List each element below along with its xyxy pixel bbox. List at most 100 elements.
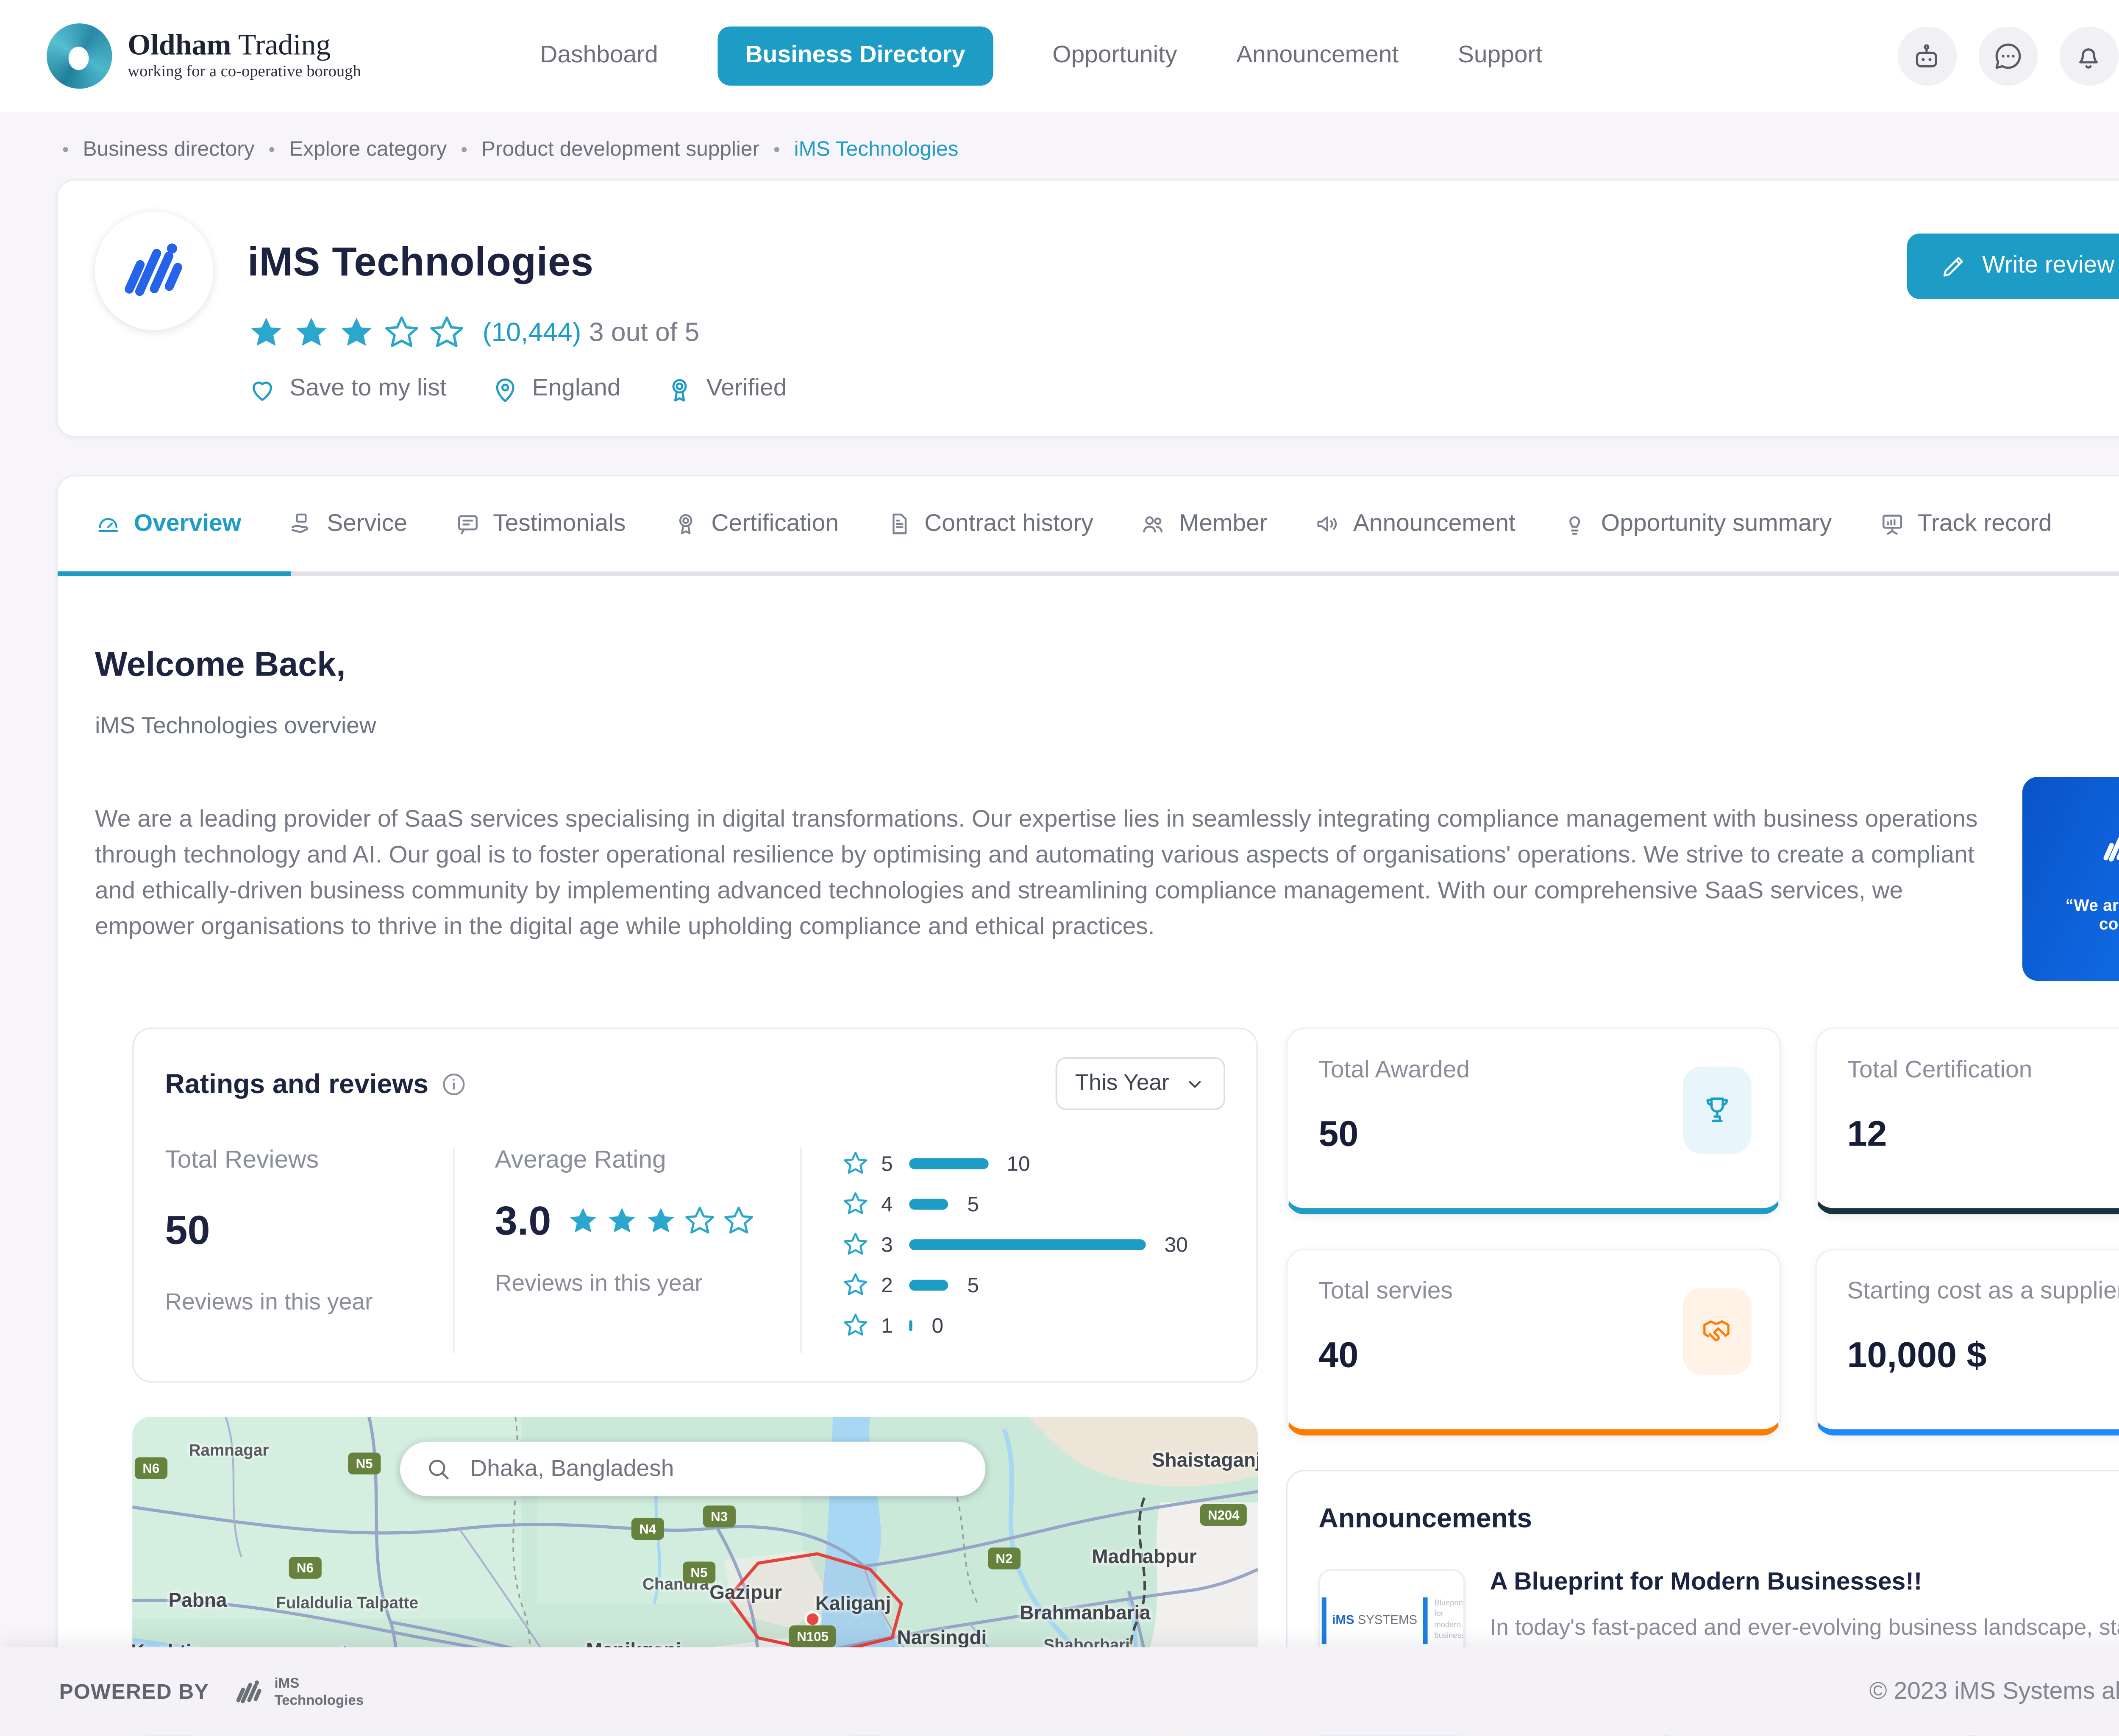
tab-announcement[interactable]: Announcement [1314, 510, 1516, 538]
total-reviews-block: Total Reviews 50 Reviews in this year [165, 1148, 453, 1353]
star-filled-icon [645, 1205, 677, 1238]
top-navigation-bar: Oldham Trading working for a co-operativ… [0, 0, 2119, 112]
breadcrumb-current-page: iMS Technologies [794, 137, 959, 160]
medal-icon [673, 511, 699, 537]
total-reviews-value: 50 [165, 1207, 416, 1255]
nav-support[interactable]: Support [1458, 26, 1542, 86]
star-filled-icon [606, 1205, 638, 1238]
tab-contract-history[interactable]: Contract history [885, 510, 1093, 538]
pencil-icon [1940, 252, 1968, 280]
nav-dashboard[interactable]: Dashboard [540, 26, 658, 86]
rating-distribution: 5 10 4 5 [802, 1148, 1225, 1353]
oldham-trading-logo[interactable]: Oldham Trading working for a co-operativ… [47, 23, 361, 89]
announcement-title[interactable]: A Blueprint for Modern Businesses!! [1490, 1569, 1922, 1597]
tab-bar: Overview Service Testimonials Certificat… [58, 476, 2119, 573]
distribution-row: 5 10 [842, 1151, 1188, 1177]
bullet: • [269, 138, 275, 159]
nav-opportunity[interactable]: Opportunity [1052, 26, 1177, 86]
rating-bar [909, 1159, 988, 1170]
brand-tagline: working for a co-operative borough [128, 64, 361, 81]
company-name: iMS Technologies [247, 239, 787, 287]
tab-overview[interactable]: Overview [95, 510, 241, 538]
stat-value: 12 [1847, 1114, 2119, 1156]
document-icon [885, 511, 912, 537]
average-rating-block: Average Rating 3.0 [454, 1148, 801, 1353]
stat-starting-cost: Starting cost as a supplier 10,000 $ [1814, 1249, 2119, 1436]
bot-icon[interactable] [1897, 26, 1957, 86]
stat-total-certification: Total Certification 12 [1814, 1028, 2119, 1215]
trophy-icon [1682, 1067, 1751, 1154]
info-icon[interactable] [441, 1071, 467, 1097]
company-detail-card: Overview Service Testimonials Certificat… [56, 475, 2119, 1736]
verified-badge: Verified [664, 375, 787, 405]
chevron-down-icon [1185, 1074, 1205, 1094]
rating-bar [909, 1280, 948, 1291]
promo-quote: “We are the change makers in compliance … [2022, 896, 2119, 934]
ims-mark-icon [234, 1676, 265, 1707]
verified-ribbon-icon [664, 375, 694, 405]
company-location-marker [806, 1613, 820, 1627]
distribution-row: 2 5 [842, 1272, 1188, 1299]
rating-bar [909, 1199, 948, 1210]
company-description: We are a leading provider of SaaS servic… [95, 801, 1982, 945]
testimonial-icon [454, 511, 480, 537]
distribution-row: 4 5 [842, 1191, 1188, 1218]
map-search-text: Dhaka, Bangladesh [470, 1456, 674, 1483]
nav-business-directory[interactable]: Business Directory [717, 26, 993, 86]
star-outline-icon [684, 1205, 716, 1238]
tab-service[interactable]: Service [288, 510, 407, 538]
company-header-card: iMS Technologies (10,444) 3 out of 5 Sav… [56, 179, 2119, 437]
company-location: England [490, 375, 620, 405]
average-rating-stars [567, 1205, 755, 1238]
company-rating: (10,444) 3 out of 5 [247, 314, 787, 351]
nav-announcement[interactable]: Announcement [1236, 26, 1399, 86]
map-search-bar[interactable]: Dhaka, Bangladesh [400, 1442, 985, 1497]
tab-testimonials[interactable]: Testimonials [454, 510, 626, 538]
breadcrumb-explore-category[interactable]: Explore category [289, 137, 447, 160]
stat-total-awarded: Total Awarded 50 [1286, 1028, 1780, 1215]
breadcrumb-business-directory[interactable]: Business directory [83, 137, 254, 160]
breadcrumb: •Business directory •Explore category •P… [0, 112, 2119, 179]
company-logo [95, 212, 213, 330]
tab-opportunity-summary[interactable]: Opportunity summary [1562, 510, 1832, 538]
tab-certification[interactable]: Certification [673, 510, 839, 538]
stat-total-services: Total servies 40 [1286, 1249, 1780, 1436]
thumb-brand: iMS SYSTEMS [1332, 1614, 1417, 1628]
copyright-text: © 2023 iMS Systems all rights reserved (… [1869, 1678, 2119, 1705]
ims-mark-icon [2100, 829, 2119, 867]
oldham-swirl-icon [47, 23, 112, 89]
chat-icon[interactable] [1978, 26, 2038, 86]
welcome-title: Welcome Back, [95, 645, 2119, 685]
star-outline-icon [842, 1272, 868, 1299]
rating-count-link[interactable]: (10,444) [483, 317, 581, 348]
announcements-title: Announcements [1318, 1502, 1532, 1535]
write-review-button[interactable]: Write review [1908, 234, 2119, 299]
ratings-reviews-card: Ratings and reviews This Year Total Revi… [132, 1028, 1258, 1383]
year-filter-dropdown[interactable]: This Year [1055, 1057, 1225, 1110]
gauge-icon [95, 511, 121, 537]
rating-text: 3 out of 5 [589, 317, 699, 348]
rating-bar [909, 1240, 1146, 1251]
brand-name: Oldham Trading [128, 29, 331, 61]
average-rating-value: 3.0 [495, 1198, 551, 1246]
star-outline-icon [842, 1313, 868, 1339]
save-to-list-button[interactable]: Save to my list [247, 375, 446, 405]
presentation-icon [1878, 511, 1905, 537]
tab-member[interactable]: Member [1140, 510, 1268, 538]
lightbulb-icon [1562, 511, 1588, 537]
people-icon [1140, 511, 1166, 537]
company-promo-banner: iMSTechnologies “We are the change maker… [2022, 777, 2119, 981]
overview-subtitle: iMS Technologies overview [95, 714, 2119, 740]
breadcrumb-product-development-supplier[interactable]: Product development supplier [481, 137, 759, 160]
tab-track-record[interactable]: Track record [1878, 510, 2052, 538]
bell-icon[interactable] [2059, 26, 2119, 86]
bullet: • [773, 138, 780, 159]
search-icon [425, 1456, 451, 1483]
page-footer: POWERED BY iMSTechnologies © 2023 iMS Sy… [0, 1647, 2119, 1736]
speaker-icon [1314, 511, 1340, 537]
star-filled-icon [293, 314, 330, 351]
star-outline-icon [842, 1232, 868, 1258]
footer-ims-logo: iMSTechnologies [234, 1675, 364, 1708]
distribution-row: 3 30 [842, 1232, 1188, 1258]
star-outline-icon [842, 1191, 868, 1218]
